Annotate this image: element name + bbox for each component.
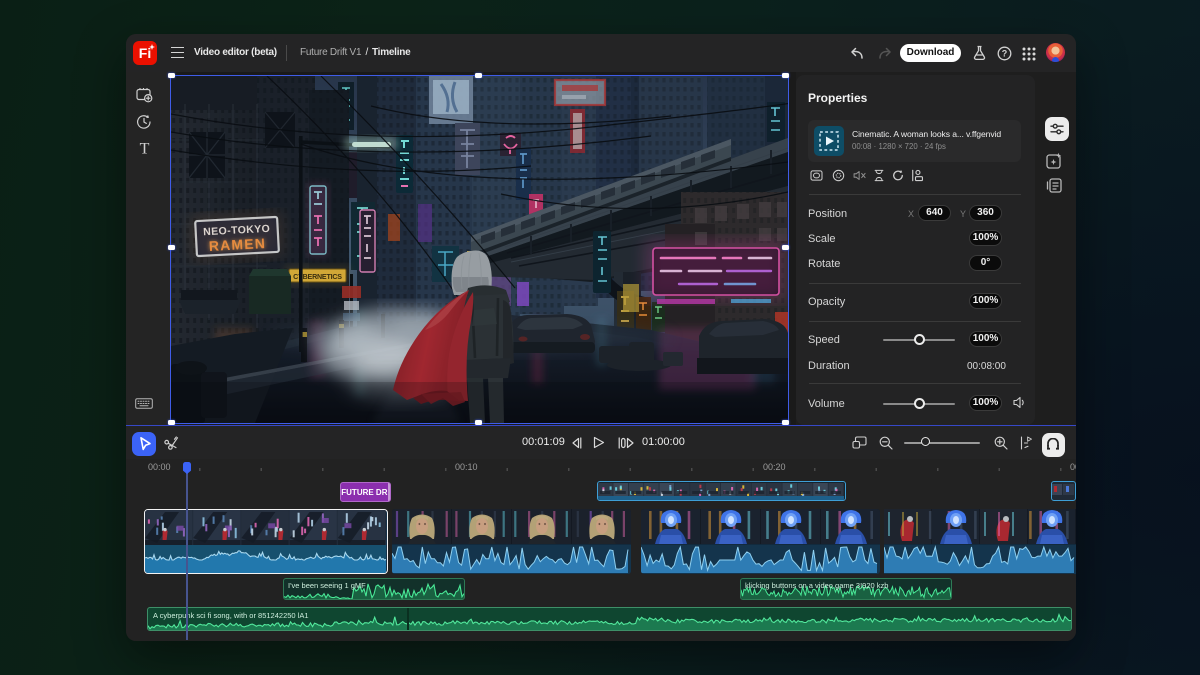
svg-text:T: T xyxy=(140,141,150,157)
svg-text:?: ? xyxy=(1002,49,1008,59)
